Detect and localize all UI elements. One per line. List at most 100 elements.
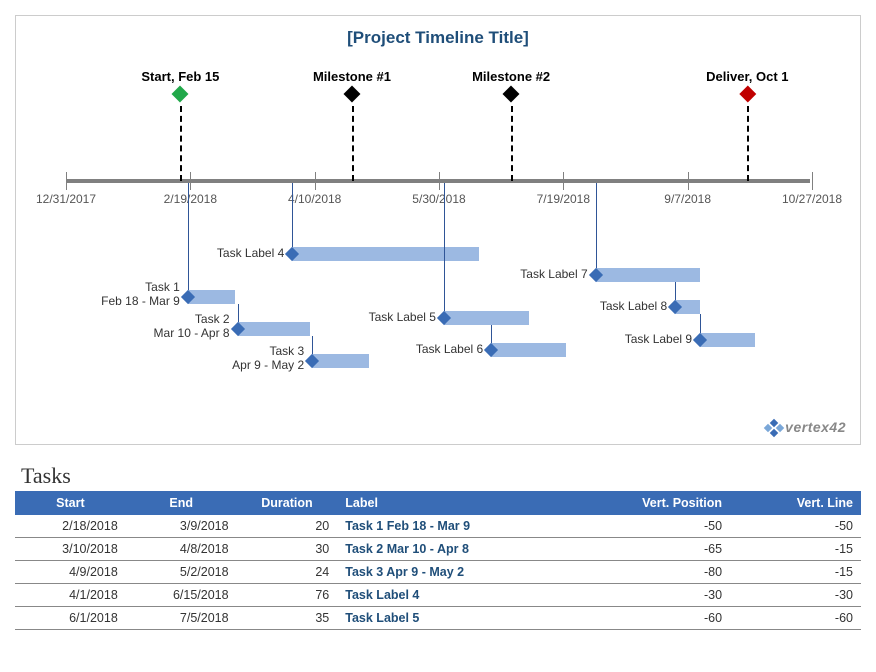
task-bar <box>238 322 310 336</box>
milestone: Milestone #2 <box>472 69 550 100</box>
cell-start[interactable]: 2/18/2018 <box>15 515 126 538</box>
cell-vline[interactable]: -15 <box>730 538 861 561</box>
task-label-line1: Task Label 9 <box>625 332 692 346</box>
cell-duration[interactable]: 76 <box>237 584 338 607</box>
task-label: Task 2Mar 10 - Apr 8 <box>154 312 230 340</box>
cell-vline[interactable]: -60 <box>730 607 861 630</box>
milestone-dropline <box>352 106 354 181</box>
task-connector <box>444 183 445 318</box>
axis-tick <box>315 172 316 190</box>
cell-label[interactable]: Task Label 5 <box>337 607 579 630</box>
cell-end[interactable]: 7/5/2018 <box>126 607 237 630</box>
milestone-label: Start, Feb 15 <box>141 69 219 84</box>
task-label-line2: Feb 18 - Mar 9 <box>101 294 180 308</box>
milestone-dropline <box>511 106 513 181</box>
cell-label[interactable]: Task Label 4 <box>337 584 579 607</box>
cell-label[interactable]: Task 1 Feb 18 - Mar 9 <box>337 515 579 538</box>
task-label-line1: Task Label 4 <box>217 246 284 260</box>
axis-tick-label: 12/31/2017 <box>36 192 96 206</box>
task-bar <box>700 333 755 347</box>
task-label-line2: Mar 10 - Apr 8 <box>154 326 230 340</box>
task-label-line1: Task Label 8 <box>600 299 667 313</box>
task-label: Task Label 4 <box>217 246 284 260</box>
milestone: Deliver, Oct 1 <box>706 69 788 100</box>
table-row[interactable]: 4/9/20185/2/201824Task 3 Apr 9 - May 2-8… <box>15 561 861 584</box>
task-label-line2: Apr 9 - May 2 <box>232 358 304 372</box>
task-label: Task Label 9 <box>625 332 692 346</box>
task-label-line1: Task Label 5 <box>369 310 436 324</box>
cell-vpos[interactable]: -50 <box>579 515 730 538</box>
timeline-chart: [Project Timeline Title] 12/31/2017 2/19/… <box>15 15 861 445</box>
cell-end[interactable]: 5/2/2018 <box>126 561 237 584</box>
cell-duration[interactable]: 24 <box>237 561 338 584</box>
task-label-line1: Task 2 <box>154 312 230 326</box>
milestone-label: Deliver, Oct 1 <box>706 69 788 84</box>
task-label: Task 3Apr 9 - May 2 <box>232 344 304 372</box>
cell-start[interactable]: 6/1/2018 <box>15 607 126 630</box>
task-label-line1: Task Label 7 <box>520 267 587 281</box>
cell-duration[interactable]: 35 <box>237 607 338 630</box>
task-label-line1: Task Label 6 <box>416 342 483 356</box>
milestone-marker-icon <box>172 86 189 103</box>
milestone-dropline <box>180 106 182 181</box>
axis-tick <box>563 172 564 190</box>
task-label: Task Label 7 <box>520 267 587 281</box>
axis-tick <box>439 172 440 190</box>
table-row[interactable]: 6/1/20187/5/201835Task Label 5-60-60 <box>15 607 861 630</box>
cell-vline[interactable]: -30 <box>730 584 861 607</box>
table-row[interactable]: 3/10/20184/8/201830Task 2 Mar 10 - Apr 8… <box>15 538 861 561</box>
vertex42-logo: vertex42 <box>765 419 846 436</box>
cell-vpos[interactable]: -65 <box>579 538 730 561</box>
table-header-row: Start End Duration Label Vert. Position … <box>15 491 861 515</box>
cell-vpos[interactable]: -60 <box>579 607 730 630</box>
milestone-marker-icon <box>343 86 360 103</box>
milestone-marker-icon <box>503 86 520 103</box>
cell-start[interactable]: 3/10/2018 <box>15 538 126 561</box>
logo-icon <box>765 420 783 436</box>
milestone: Milestone #1 <box>313 69 391 100</box>
chart-title: [Project Timeline Title] <box>16 28 860 48</box>
chart-plot-area: 12/31/20172/19/20184/10/20185/30/20187/1… <box>66 64 810 399</box>
task-label: Task 1Feb 18 - Mar 9 <box>101 280 180 308</box>
task-bar <box>444 311 529 325</box>
milestone-marker-icon <box>739 86 756 103</box>
cell-vpos[interactable]: -80 <box>579 561 730 584</box>
col-vpos: Vert. Position <box>579 491 730 515</box>
cell-vline[interactable]: -50 <box>730 515 861 538</box>
axis-tick-label: 10/27/2018 <box>782 192 842 206</box>
cell-start[interactable]: 4/1/2018 <box>15 584 126 607</box>
cell-start[interactable]: 4/9/2018 <box>15 561 126 584</box>
task-connector <box>292 183 293 254</box>
task-connector <box>596 183 597 275</box>
task-label: Task Label 8 <box>600 299 667 313</box>
cell-label[interactable]: Task 3 Apr 9 - May 2 <box>337 561 579 584</box>
axis-tick-label: 7/19/2018 <box>537 192 590 206</box>
axis-tick <box>190 172 191 190</box>
task-bar <box>312 354 369 368</box>
task-label-line1: Task 3 <box>232 344 304 358</box>
axis-tick-label: 2/19/2018 <box>164 192 217 206</box>
axis-tick-label: 9/7/2018 <box>664 192 711 206</box>
table-row[interactable]: 2/18/20183/9/201820Task 1 Feb 18 - Mar 9… <box>15 515 861 538</box>
axis-tick-label: 4/10/2018 <box>288 192 341 206</box>
cell-duration[interactable]: 20 <box>237 515 338 538</box>
table-row[interactable]: 4/1/20186/15/201876Task Label 4-30-30 <box>15 584 861 607</box>
cell-duration[interactable]: 30 <box>237 538 338 561</box>
task-label: Task Label 6 <box>416 342 483 356</box>
cell-end[interactable]: 4/8/2018 <box>126 538 237 561</box>
milestone: Start, Feb 15 <box>141 69 219 100</box>
col-start: Start <box>15 491 126 515</box>
cell-label[interactable]: Task 2 Mar 10 - Apr 8 <box>337 538 579 561</box>
logo-text: vertex42 <box>785 419 846 435</box>
cell-end[interactable]: 6/15/2018 <box>126 584 237 607</box>
axis-tick <box>688 172 689 190</box>
cell-vline[interactable]: -15 <box>730 561 861 584</box>
cell-vpos[interactable]: -30 <box>579 584 730 607</box>
cell-end[interactable]: 3/9/2018 <box>126 515 237 538</box>
x-axis <box>66 179 810 183</box>
col-label: Label <box>337 491 579 515</box>
axis-tick <box>66 172 67 190</box>
task-bar <box>596 268 700 282</box>
col-end: End <box>126 491 237 515</box>
tasks-table-title: Tasks <box>21 463 861 489</box>
